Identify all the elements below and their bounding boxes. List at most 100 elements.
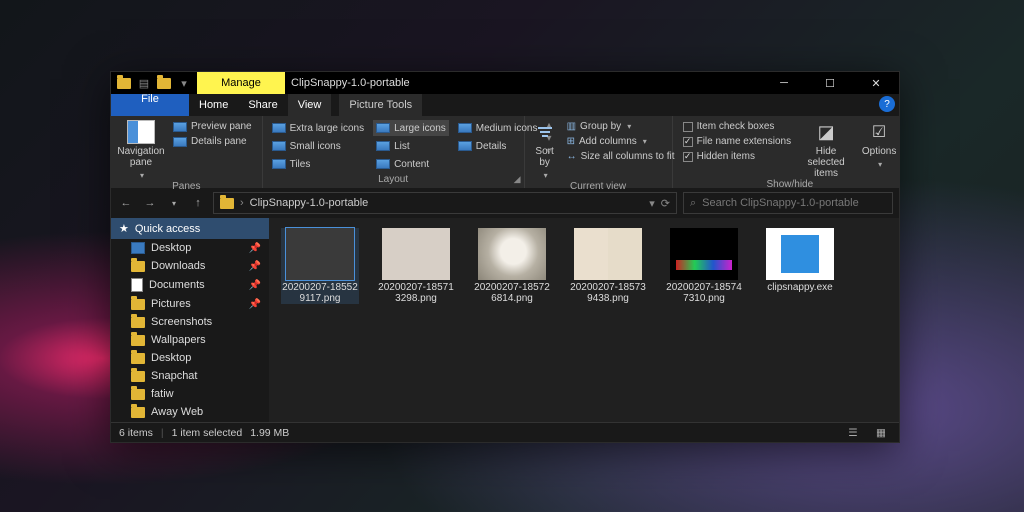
folder-icon: [131, 371, 145, 382]
titlebar: ▤ ▾ Manage ClipSnappy-1.0-portable ─ ☐ ✕: [111, 72, 899, 94]
nav-recent-dropdown[interactable]: ▾: [165, 199, 183, 208]
sort-icon: [535, 122, 555, 142]
sidebar-item[interactable]: Screenshots: [111, 313, 269, 331]
address-bar[interactable]: › ClipSnappy-1.0-portable ▾ ⟳: [213, 192, 677, 214]
preview-pane-button[interactable]: Preview pane: [169, 120, 256, 133]
group-label-current-view: Current view: [525, 181, 672, 192]
preview-pane-label: Preview pane: [191, 121, 252, 132]
layout-extra-large[interactable]: Extra large icons: [269, 120, 367, 136]
hidden-items-toggle[interactable]: ✓Hidden items: [679, 150, 796, 163]
address-path[interactable]: ClipSnappy-1.0-portable: [250, 197, 369, 209]
group-label-panes: Panes: [111, 181, 262, 192]
folder-icon: [131, 261, 145, 272]
nav-back-button[interactable]: ←: [117, 197, 135, 209]
layout-list[interactable]: List: [373, 138, 449, 154]
help-button[interactable]: ?: [879, 96, 895, 112]
file-thumbnail: [574, 228, 642, 280]
layout-small[interactable]: Small icons: [269, 138, 367, 154]
refresh-button[interactable]: ⟳: [661, 197, 670, 210]
layout-dialog-launcher[interactable]: ◢: [514, 174, 521, 185]
contextual-tab-manage[interactable]: Manage: [197, 72, 285, 94]
navigation-pane[interactable]: ★ Quick access Desktop📌Downloads📌Documen…: [111, 218, 269, 422]
sort-by-label: Sort by: [531, 146, 559, 168]
file-list[interactable]: 20200207-185529117.png 20200207-185713298…: [269, 218, 899, 422]
details-pane-label: Details pane: [191, 136, 247, 147]
file-name: 20200207-185726814.png: [473, 282, 551, 304]
layout-tiles[interactable]: Tiles: [269, 156, 367, 172]
navigation-pane-icon: [127, 120, 155, 144]
options-button[interactable]: ☑ Options▾: [857, 120, 901, 170]
search-icon: ⌕: [690, 197, 696, 210]
options-icon: ☑: [865, 120, 893, 144]
tab-home[interactable]: Home: [189, 94, 238, 116]
nav-up-button[interactable]: ↑: [189, 197, 207, 209]
folder-icon: [131, 299, 145, 310]
tab-share[interactable]: Share: [238, 94, 287, 116]
preview-pane-icon: [173, 122, 187, 132]
quick-access-header[interactable]: ★ Quick access: [111, 218, 269, 239]
file-item[interactable]: clipsnappy.exe: [761, 228, 839, 304]
hide-selected-items-button[interactable]: ◪ Hide selected items: [799, 120, 853, 179]
explorer-window: ▤ ▾ Manage ClipSnappy-1.0-portable ─ ☐ ✕…: [110, 71, 900, 443]
sidebar-item-label: Desktop: [151, 242, 191, 254]
sidebar-item[interactable]: Snapchat: [111, 367, 269, 385]
nav-forward-button[interactable]: →: [141, 197, 159, 209]
file-name: 20200207-185529117.png: [281, 282, 359, 304]
file-thumbnail: [286, 228, 354, 280]
tab-view[interactable]: View: [288, 94, 332, 116]
navigation-pane-label: Navigation pane: [117, 146, 165, 168]
sidebar-item[interactable]: fatiw: [111, 385, 269, 403]
maximize-button[interactable]: ☐: [807, 72, 853, 94]
pin-icon: 📌: [249, 280, 261, 291]
status-selection: 1 item selected: [172, 427, 243, 439]
navigation-bar: ← → ▾ ↑ › ClipSnappy-1.0-portable ▾ ⟳ ⌕ …: [111, 188, 899, 218]
address-dropdown-icon[interactable]: ▾: [649, 197, 655, 210]
sidebar-item[interactable]: Downloads📌: [111, 257, 269, 275]
star-icon: ★: [119, 222, 129, 235]
sidebar-item-label: Pictures: [151, 298, 191, 310]
view-details-button[interactable]: ☰: [843, 426, 863, 440]
file-item[interactable]: 20200207-185726814.png: [473, 228, 551, 304]
layout-large[interactable]: Large icons: [373, 120, 449, 136]
address-folder-icon: [220, 198, 234, 209]
view-large-icons-button[interactable]: ▦: [871, 426, 891, 440]
close-button[interactable]: ✕: [853, 72, 899, 94]
quick-access-toolbar: ▤ ▾: [111, 72, 197, 94]
qat-new-folder-icon[interactable]: [155, 74, 173, 92]
file-item[interactable]: 20200207-185529117.png: [281, 228, 359, 304]
sidebar-item[interactable]: Desktop📌: [111, 239, 269, 257]
folder-icon: [131, 335, 145, 346]
file-name: clipsnappy.exe: [767, 282, 832, 293]
group-by-button[interactable]: ▥Group by▾: [563, 120, 679, 133]
details-pane-button[interactable]: Details pane: [169, 135, 256, 148]
layout-gallery[interactable]: Extra large icons Large icons Medium ico…: [269, 120, 541, 172]
item-check-boxes-toggle[interactable]: Item check boxes: [679, 120, 796, 133]
file-name: 20200207-185739438.png: [569, 282, 647, 304]
tab-picture-tools[interactable]: Picture Tools: [339, 94, 422, 116]
sidebar-item[interactable]: Wallpapers: [111, 331, 269, 349]
layout-content[interactable]: Content: [373, 156, 449, 172]
sidebar-item-label: Wallpapers: [151, 334, 206, 346]
qat-customize-icon[interactable]: ▾: [175, 74, 193, 92]
add-columns-button[interactable]: ⊞Add columns▾: [563, 135, 679, 148]
search-box[interactable]: ⌕ Search ClipSnappy-1.0-portable: [683, 192, 893, 214]
file-name-extensions-toggle[interactable]: ✓File name extensions: [679, 135, 796, 148]
file-item[interactable]: 20200207-185713298.png: [377, 228, 455, 304]
sidebar-item-label: fatiw: [151, 388, 174, 400]
ribbon: Navigation pane ▾ Preview pane Details p…: [111, 116, 899, 188]
minimize-button[interactable]: ─: [761, 72, 807, 94]
qat-properties-icon[interactable]: ▤: [135, 74, 153, 92]
sidebar-item[interactable]: Away Web: [111, 403, 269, 421]
sidebar-item[interactable]: Documents📌: [111, 275, 269, 295]
file-item[interactable]: 20200207-185747310.png: [665, 228, 743, 304]
file-name: 20200207-185747310.png: [665, 282, 743, 304]
sidebar-item[interactable]: Desktop: [111, 349, 269, 367]
size-columns-button[interactable]: ↔Size all columns to fit: [563, 150, 679, 163]
tab-file[interactable]: File: [111, 94, 189, 116]
navigation-pane-button[interactable]: Navigation pane ▾: [117, 120, 165, 181]
quick-access-label: Quick access: [135, 223, 200, 235]
doc-icon: [131, 278, 143, 292]
sort-by-button[interactable]: Sort by▾: [531, 120, 559, 181]
file-item[interactable]: 20200207-185739438.png: [569, 228, 647, 304]
sidebar-item[interactable]: Pictures📌: [111, 295, 269, 313]
